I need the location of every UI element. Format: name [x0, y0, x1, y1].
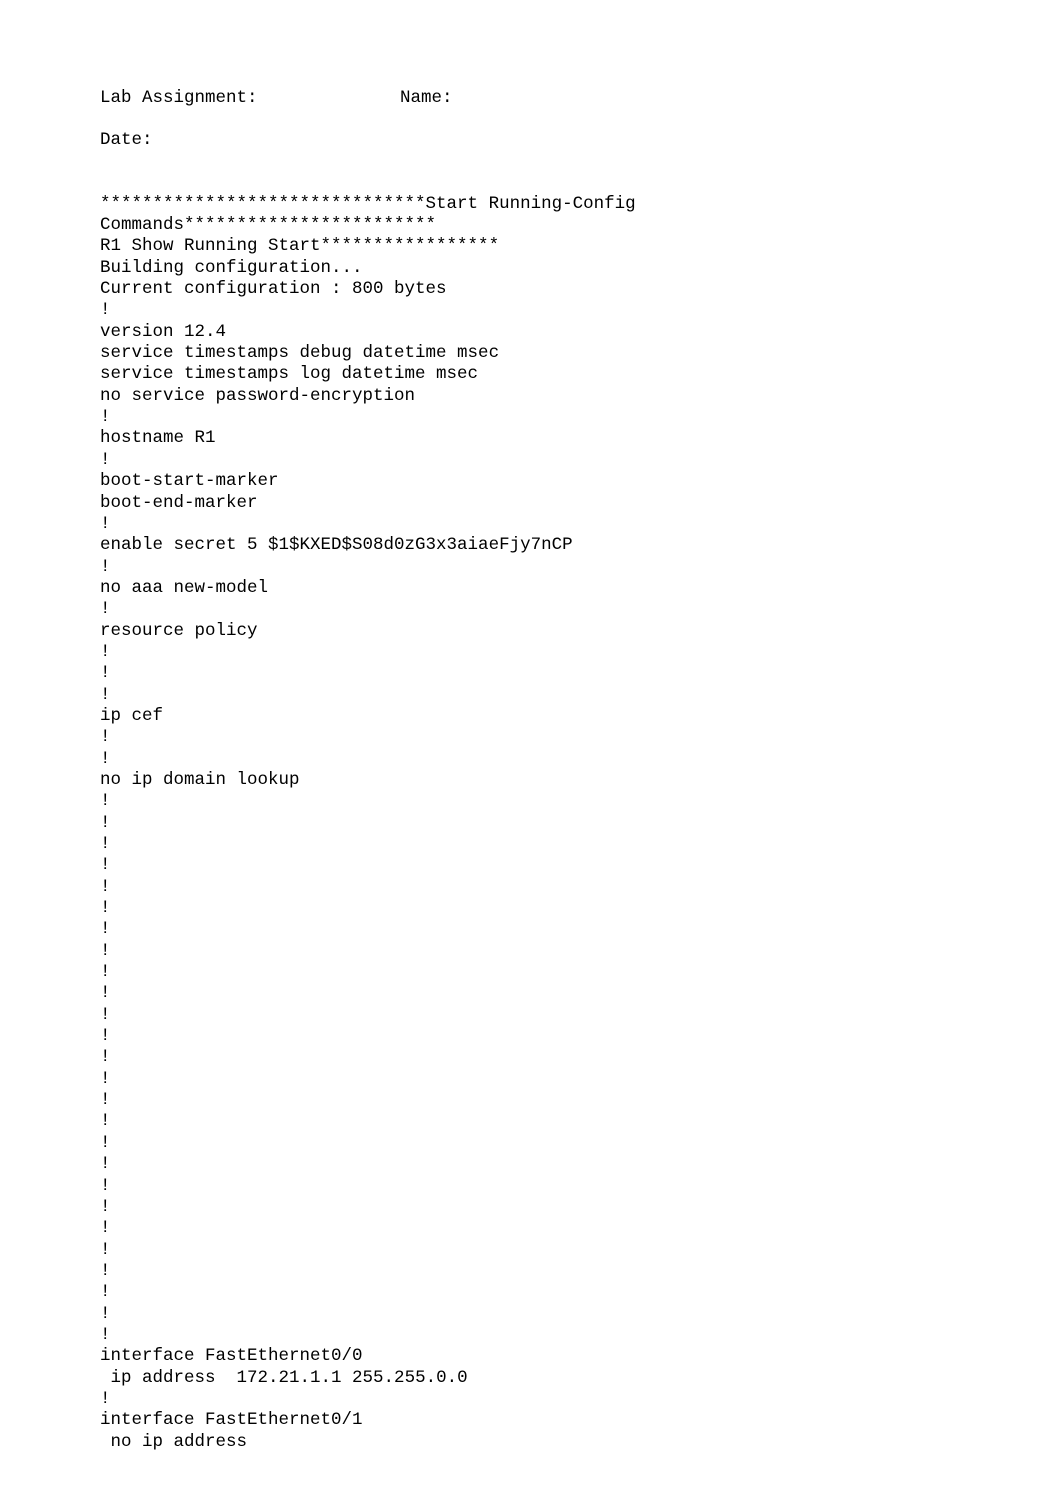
date-label: Date: [100, 130, 153, 150]
lab-assignment-label: Lab Assignment: [100, 88, 400, 109]
running-config-text: *******************************Start Run… [100, 194, 962, 1453]
header-row: Lab Assignment: Name: [100, 88, 962, 109]
date-row: Date: [100, 130, 962, 151]
name-label: Name: [400, 88, 453, 109]
